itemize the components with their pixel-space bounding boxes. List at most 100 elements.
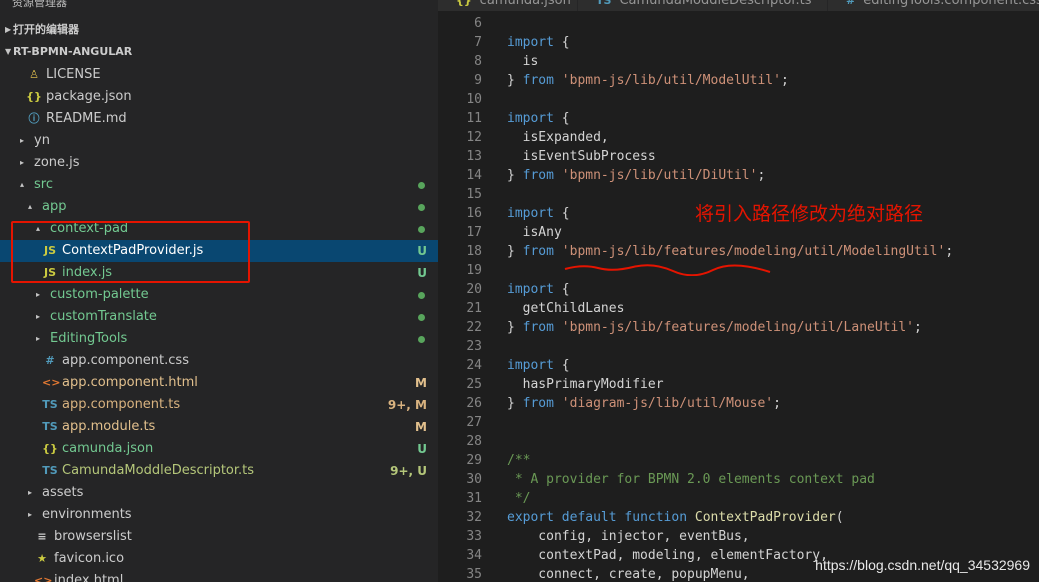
- line-number: 21: [466, 301, 482, 316]
- line-number: 13: [466, 149, 482, 164]
- code-line: 22} from 'bpmn-js/lib/features/modeling/…: [438, 318, 1039, 337]
- file-row[interactable]: JS ContextPadProvider.js U: [0, 240, 438, 262]
- chevron-right-icon[interactable]: ▸: [36, 284, 40, 306]
- tab-file-icon: {}: [456, 0, 472, 7]
- tree-item-label: src: [34, 177, 53, 192]
- file-row[interactable]: {} package.json: [0, 86, 438, 108]
- modified-dot-icon: [418, 292, 425, 299]
- code-token: hasPrimaryModifier: [507, 377, 664, 392]
- chevron-down-icon[interactable]: ▴: [20, 174, 24, 196]
- code-text: getChildLanes: [507, 299, 625, 318]
- folder-row[interactable]: ▴ context-pad: [0, 218, 438, 240]
- tree-item-label: assets: [42, 485, 84, 500]
- annotation-text: 将引入路径修改为绝对路径: [695, 203, 924, 225]
- chevron-down-icon[interactable]: ▴: [28, 196, 32, 218]
- line-number: 17: [466, 225, 482, 240]
- code-token: contextPad, modeling, elementFactory,: [507, 548, 828, 563]
- file-row[interactable]: TS CamundaModdleDescriptor.ts 9+, U: [0, 460, 438, 482]
- tree-item-label: custom-palette: [50, 287, 149, 302]
- json-icon: {}: [26, 90, 42, 103]
- line-number: 15: [466, 187, 482, 202]
- code-text: isExpanded,: [507, 128, 609, 147]
- file-row[interactable]: ≡ browserslist: [0, 526, 438, 548]
- code-token: from: [522, 168, 554, 183]
- project-section[interactable]: ▼ RT-BPMN-ANGULAR: [0, 41, 438, 63]
- editor-tab[interactable]: TS CamundaModdleDescriptor.ts: [578, 0, 828, 11]
- code-token: import: [507, 358, 554, 373]
- line-number: 26: [466, 396, 482, 411]
- code-line: 21 getChildLanes: [438, 299, 1039, 318]
- open-editors-section[interactable]: ▶ 打开的编辑器: [0, 19, 438, 41]
- chevron-right-icon[interactable]: ▸: [36, 328, 40, 350]
- code-token: ;: [780, 73, 789, 88]
- file-row[interactable]: ★ favicon.ico: [0, 548, 438, 570]
- code-token: connect, create, popupMenu,: [507, 567, 750, 582]
- code-line: 32 export default function ContextPadProv…: [438, 508, 1039, 527]
- folder-row[interactable]: ▸ environments: [0, 504, 438, 526]
- line-number: 30: [466, 472, 482, 487]
- code-token: */: [507, 491, 531, 506]
- code-line: 28: [438, 432, 1039, 451]
- tree-item-label: index.html: [54, 573, 124, 582]
- folder-row[interactable]: ▸ EditingTools: [0, 328, 438, 350]
- file-row[interactable]: ♙ LICENSE: [0, 64, 438, 86]
- editor-tab[interactable]: # editingTools.component.css: [828, 0, 1039, 11]
- tree-item-label: package.json: [46, 89, 132, 104]
- code-line: 26} from 'diagram-js/lib/util/Mouse';: [438, 394, 1039, 413]
- folder-row[interactable]: ▴ src: [0, 174, 438, 196]
- code-token: }: [507, 168, 523, 183]
- file-row[interactable]: # app.component.css: [0, 350, 438, 372]
- code-line: 33 config, injector, eventBus,: [438, 527, 1039, 546]
- tree-item-label: README.md: [46, 111, 127, 126]
- tab-file-icon: #: [846, 0, 856, 7]
- line-number: 11: [466, 111, 482, 126]
- folder-row[interactable]: ▸ assets: [0, 482, 438, 504]
- code-token: import: [507, 206, 554, 221]
- file-row[interactable]: <> index.html: [0, 570, 438, 582]
- code-token: ;: [773, 396, 781, 411]
- folder-row[interactable]: ▸ yn: [0, 130, 438, 152]
- code-line: 8 is: [438, 52, 1039, 71]
- chevron-down-icon[interactable]: ▴: [36, 218, 40, 240]
- git-status-badge: 9+, M: [387, 398, 427, 412]
- code-text: isEventSubProcess: [507, 147, 656, 166]
- code-text: } from 'bpmn-js/lib/features/modeling/ut…: [507, 242, 953, 261]
- tab-label: editingTools.component.css: [863, 0, 1039, 8]
- chevron-right-icon[interactable]: ▸: [20, 130, 24, 152]
- code-token: ;: [945, 244, 954, 259]
- folder-row[interactable]: ▸ zone.js: [0, 152, 438, 174]
- code-text: import {: [507, 109, 570, 128]
- chevron-right-icon[interactable]: ▸: [36, 306, 40, 328]
- chevron-right-icon[interactable]: ▸: [28, 504, 32, 526]
- code-editor[interactable]: 6 7 import {8 is 9} from 'bpmn-js/lib/util/…: [438, 11, 1039, 582]
- code-token: }: [507, 396, 523, 411]
- code-text: } from 'bpmn-js/lib/util/ModelUtil';: [507, 71, 789, 90]
- chevron-right-icon[interactable]: ▸: [28, 482, 32, 504]
- code-line: 7 import {: [438, 33, 1039, 52]
- chevron-right-icon[interactable]: ▸: [20, 152, 24, 174]
- file-row[interactable]: <> app.component.html M: [0, 372, 438, 394]
- folder-row[interactable]: ▸ custom-palette: [0, 284, 438, 306]
- file-row[interactable]: JS index.js U: [0, 262, 438, 284]
- file-row[interactable]: {} camunda.json U: [0, 438, 438, 460]
- line-number: 29: [466, 453, 482, 468]
- file-row[interactable]: ⓘ README.md: [0, 108, 438, 130]
- code-token: }: [507, 320, 523, 335]
- code-text: import {: [507, 280, 570, 299]
- line-number: 32: [466, 510, 482, 525]
- file-row[interactable]: TS app.component.ts 9+, M: [0, 394, 438, 416]
- folder-row[interactable]: ▴ app: [0, 196, 438, 218]
- file-row[interactable]: TS app.module.ts M: [0, 416, 438, 438]
- code-line: 10: [438, 90, 1039, 109]
- editor-tab[interactable]: {} camunda.json: [438, 0, 578, 11]
- folder-row[interactable]: ▸ customTranslate: [0, 306, 438, 328]
- tree-item-label: EditingTools: [50, 331, 128, 346]
- code-text: /**: [507, 451, 530, 470]
- line-number: 10: [466, 92, 482, 107]
- line-number: 33: [466, 529, 482, 544]
- line-number: 7: [474, 35, 482, 50]
- favicon-icon: ★: [37, 552, 47, 565]
